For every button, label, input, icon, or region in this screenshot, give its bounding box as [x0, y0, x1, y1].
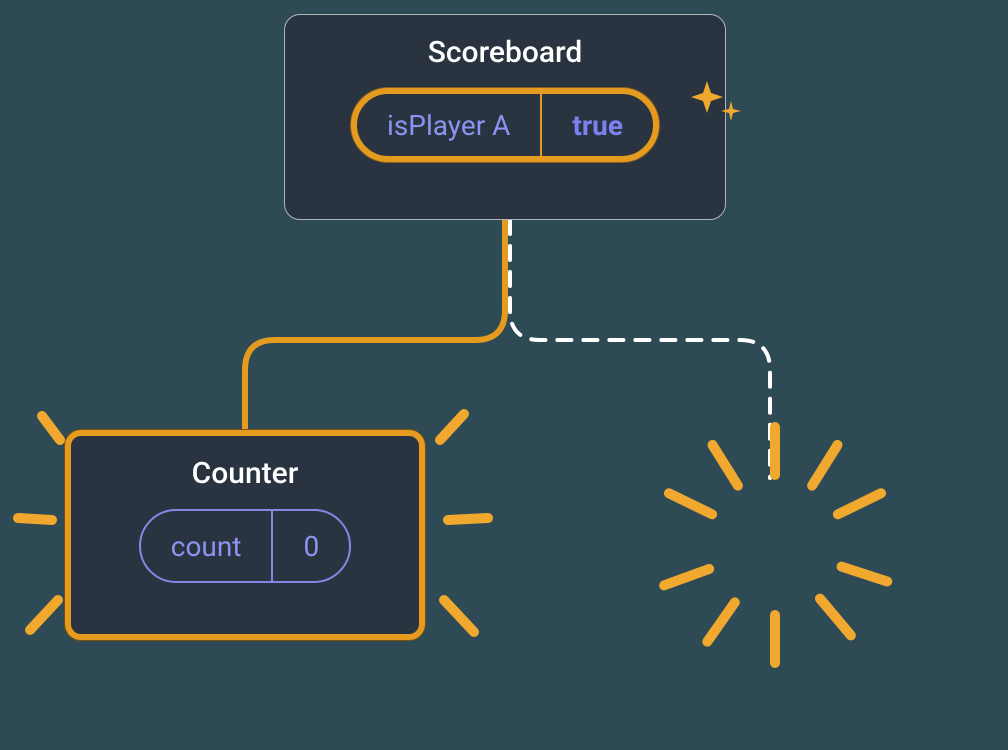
scoreboard-state-key: isPlayer A: [357, 94, 542, 156]
counter-node: Counter count 0: [65, 430, 425, 640]
counter-state-key: count: [141, 511, 274, 581]
big-burst-icon: [630, 400, 920, 690]
sparkle-icon: [687, 73, 747, 133]
scoreboard-state-pill: isPlayer A true: [351, 88, 659, 162]
counter-state-value: 0: [273, 511, 349, 581]
counter-state-pill: count 0: [139, 509, 351, 583]
counter-title: Counter: [101, 456, 389, 491]
scoreboard-state-value: true: [542, 94, 653, 156]
scoreboard-node: Scoreboard isPlayer A true: [284, 14, 726, 220]
scoreboard-title: Scoreboard: [315, 35, 695, 70]
